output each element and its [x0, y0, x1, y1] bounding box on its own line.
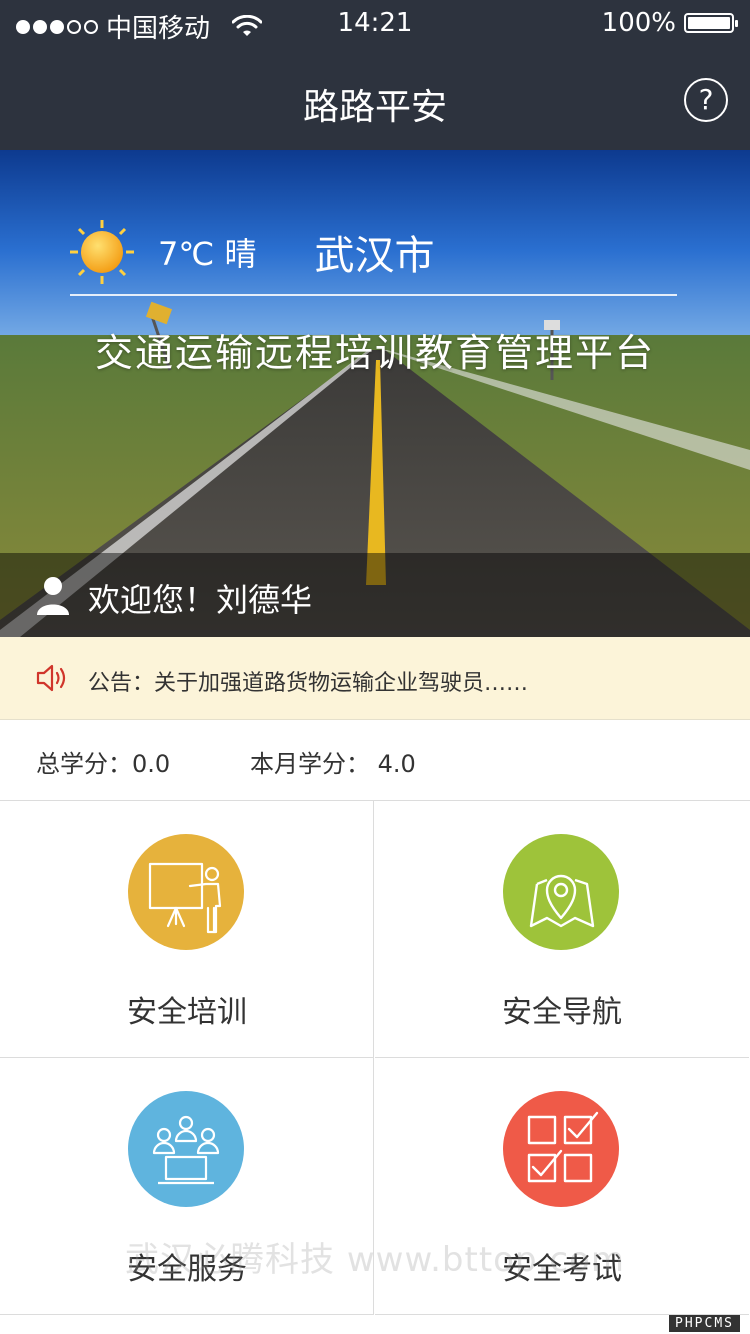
weather: 7℃ 晴 武汉市 [70, 220, 434, 284]
safety-training-button[interactable]: 安全培训 [0, 801, 374, 1058]
battery-icon [684, 13, 738, 33]
corner-badge: PHPCMS [669, 1315, 740, 1332]
city-name: 武汉市 [314, 233, 435, 279]
month-credits: 本月学分： 4.0 [250, 750, 416, 778]
welcome-bar: 欢迎您！刘德华 [0, 553, 750, 637]
feature-label: 安全导航 [502, 995, 622, 1030]
user-icon [37, 577, 69, 615]
feature-label: 安全培训 [127, 995, 247, 1030]
status-bar: 中国移动 14:21 100% [0, 0, 750, 50]
question-icon: ? [698, 83, 714, 116]
total-credits: 总学分：0.0 [36, 750, 171, 778]
sun-icon [70, 220, 134, 284]
platform-title: 交通运输远程培训教育管理平台 [94, 331, 655, 375]
service-icon [128, 1091, 244, 1207]
welcome-text: 欢迎您！刘德华 [88, 581, 313, 619]
help-button[interactable]: ? [684, 78, 728, 122]
status-right: 100% [601, 8, 738, 38]
credits-bar: 总学分：0.0 本月学分： 4.0 [0, 720, 750, 801]
notice-bar[interactable]: 公告：关于加强道路货物运输企业驾驶员…… [0, 637, 750, 720]
divider [70, 294, 677, 296]
nav-bar: 路路平安 ? [0, 50, 750, 150]
checklist-icon [503, 1091, 619, 1207]
banner: 7℃ 晴 武汉市 交通运输远程培训教育管理平台 欢迎您！刘德华 [0, 150, 750, 637]
temperature: 7℃ 晴 [158, 235, 257, 273]
notice-text[interactable]: 公告：关于加强道路货物运输企业驾驶员…… [88, 665, 528, 697]
safety-navigation-button[interactable]: 安全导航 [375, 801, 749, 1058]
training-icon [128, 834, 244, 950]
speaker-icon [36, 664, 66, 692]
battery-percent: 100% [601, 8, 676, 38]
page-title: 路路平安 [302, 87, 447, 128]
map-pin-icon [503, 834, 619, 950]
watermark: 武汉必腾科技 www.bttop.com [125, 1240, 625, 1280]
